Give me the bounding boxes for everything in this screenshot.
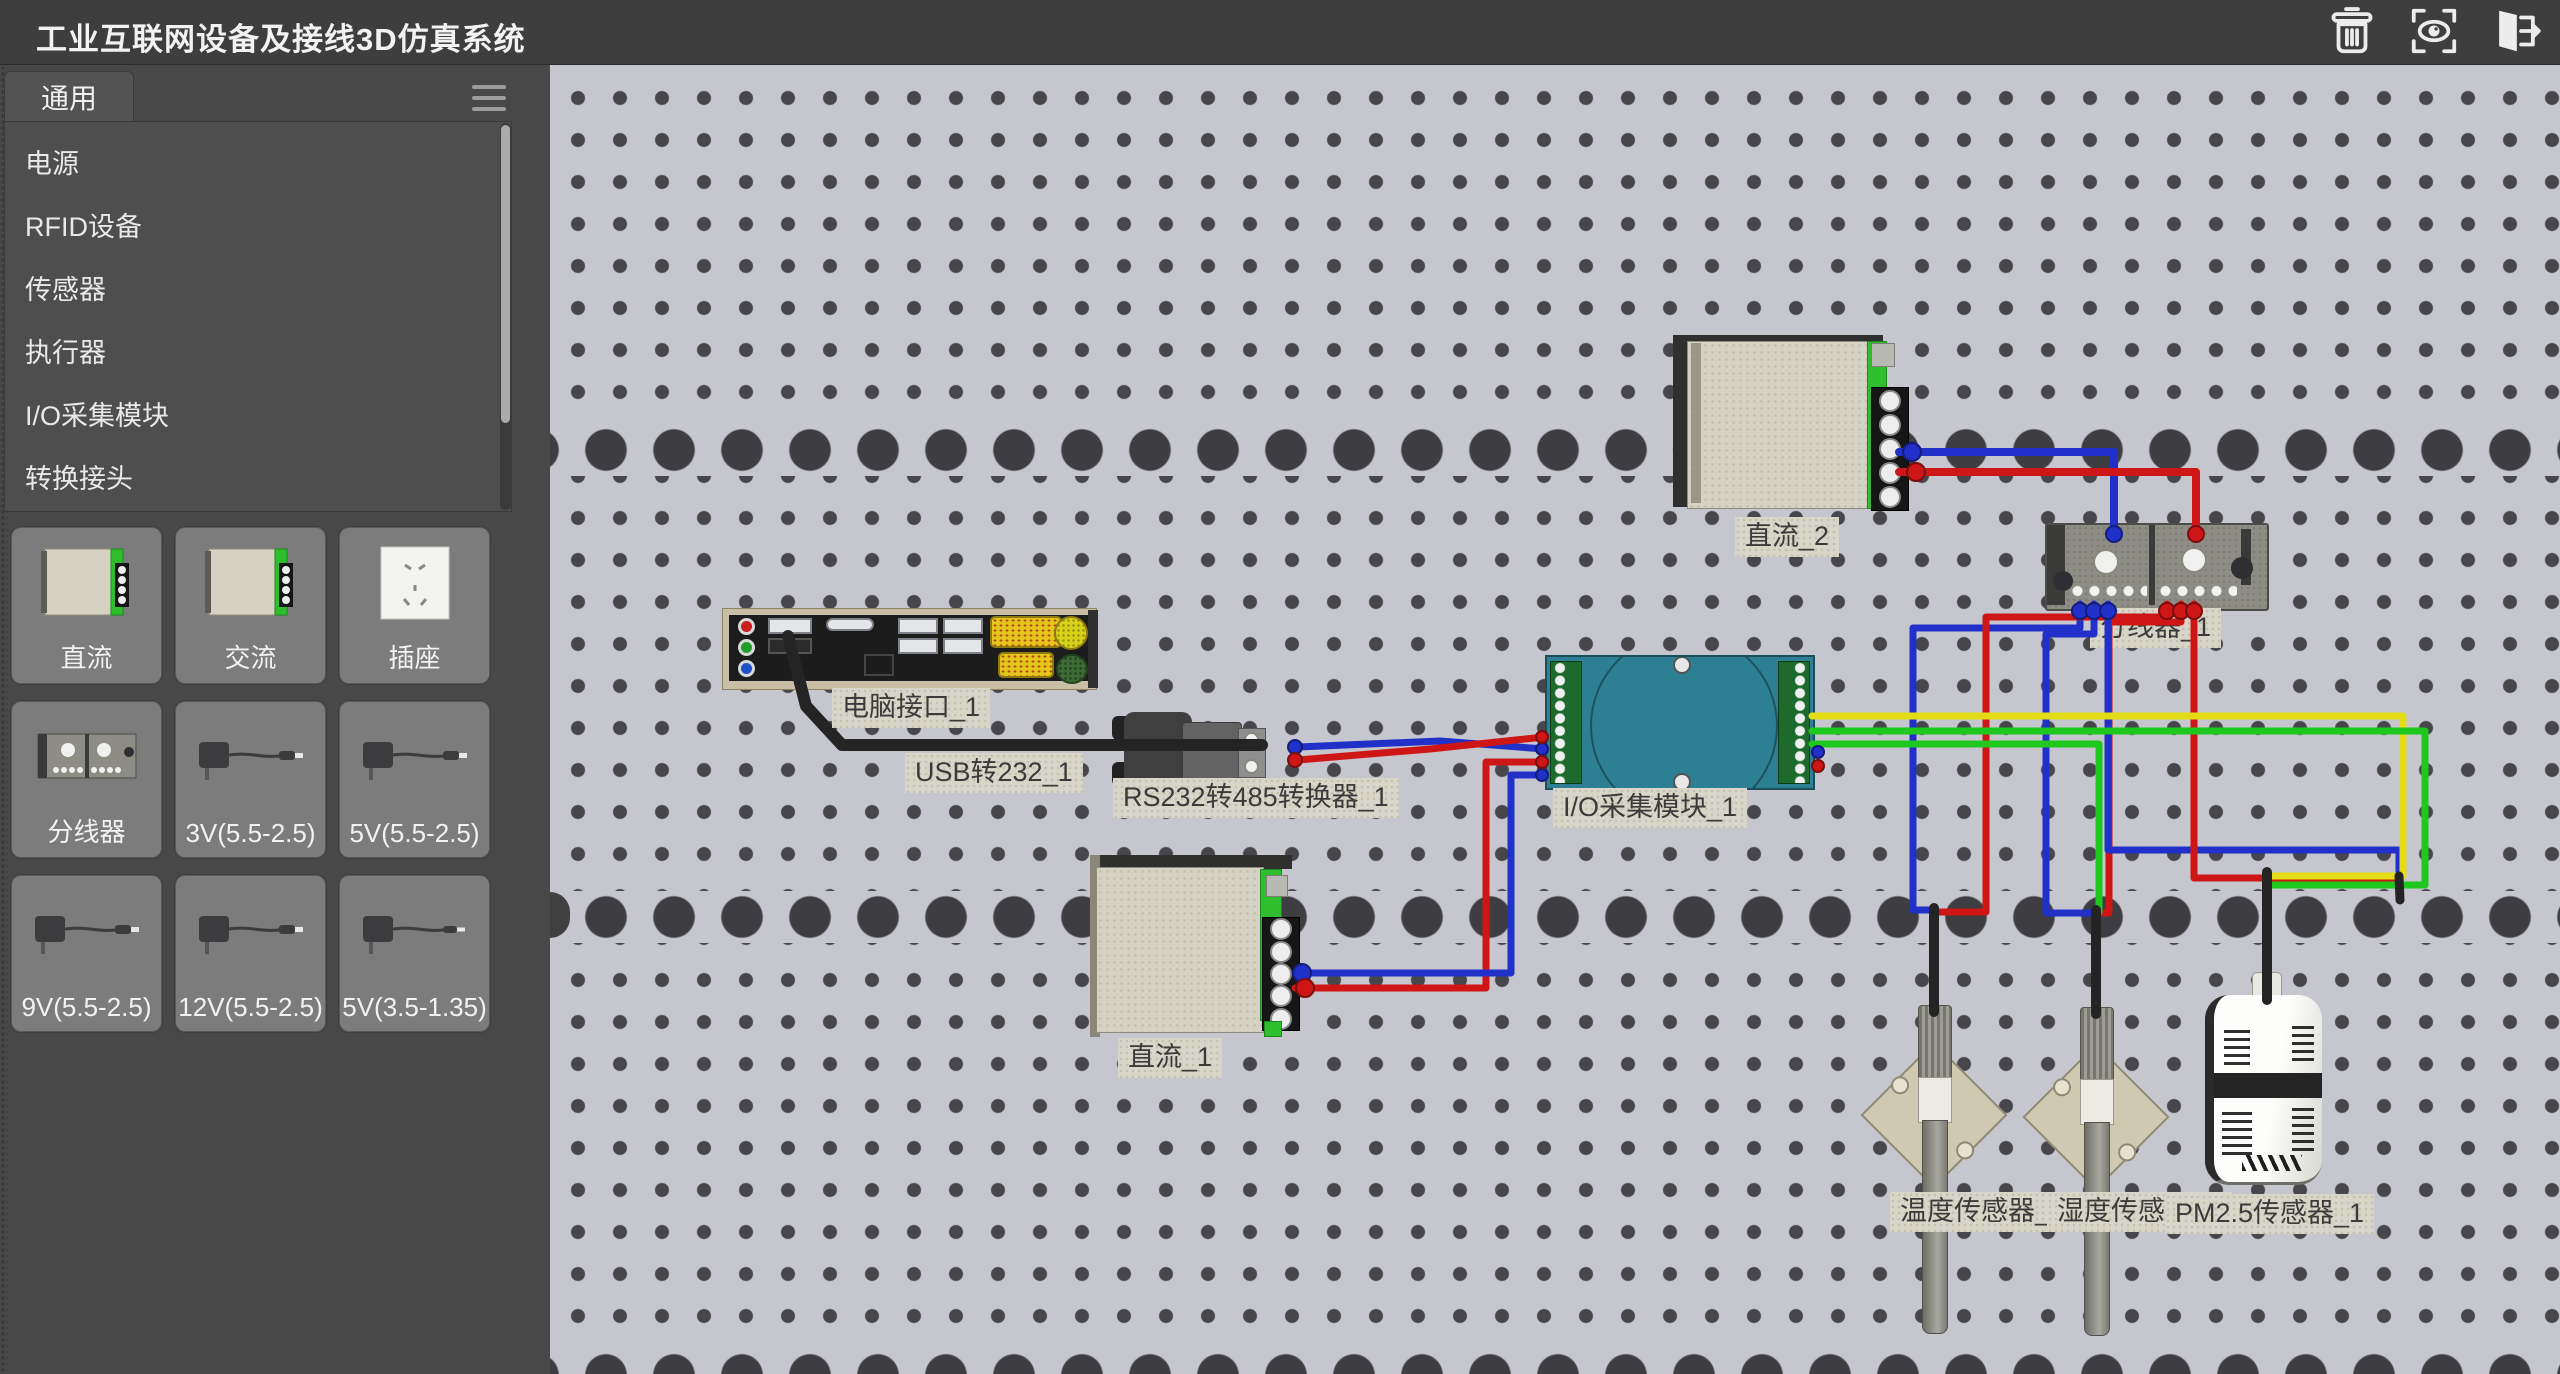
device-card-12v-adapter[interactable]: 12V(5.5-2.5) [175, 875, 326, 1032]
menu-item-sensor[interactable]: 传感器 [5, 256, 511, 319]
menu-item-power[interactable]: 电源 [5, 130, 511, 193]
menu-item-actuator[interactable]: 执行器 [5, 319, 511, 382]
device-grid: 直流 交流 插座 分线器 3V(5.5-2.5) [11, 527, 490, 1032]
tab-general[interactable]: 通用 [4, 71, 134, 122]
device-card-splitter[interactable]: 分线器 [11, 701, 162, 858]
device-label-tag: USB转232_1 [905, 753, 1083, 793]
simulation-canvas[interactable]: 分线器_1 [550, 65, 2560, 1374]
preview-button[interactable] [2406, 5, 2462, 61]
device-card-dc[interactable]: 直流 [11, 527, 162, 684]
card-label: 插座 [388, 638, 440, 675]
device-label-tag: PM2.5传感器_1 [2165, 1194, 2374, 1234]
device-label-tag: RS232转485转换器_1 [1113, 778, 1399, 818]
adapter-thumbnail [176, 702, 325, 818]
dc-power-thumbnail [12, 528, 161, 638]
pm25-sensor-1-label: PM2.5传感器_1 [2175, 1198, 2364, 1228]
exit-button[interactable] [2488, 5, 2544, 61]
page-title: 工业互联网设备及接线3D仿真系统 [36, 14, 526, 59]
card-label: 3V(5.5-2.5) [185, 818, 315, 849]
adapter-thumbnail [12, 876, 161, 992]
trash-icon [2325, 4, 2379, 63]
menu-item-adapter[interactable]: 转换接头 [5, 445, 511, 508]
socket-thumbnail [340, 528, 489, 638]
card-label: 直流 [60, 638, 112, 675]
title-bar: 工业互联网设备及接线3D仿真系统 [0, 0, 2560, 65]
device-card-ac[interactable]: 交流 [175, 527, 326, 684]
adapter-thumbnail [176, 876, 325, 992]
ac-power-thumbnail [176, 528, 325, 638]
device-card-5v-adapter[interactable]: 5V(5.5-2.5) [339, 701, 490, 858]
rs232-485-converter-1-label: RS232转485转换器_1 [1123, 782, 1389, 812]
device-card-3v-adapter[interactable]: 3V(5.5-2.5) [175, 701, 326, 858]
card-label: 12V(5.5-2.5) [178, 992, 323, 1023]
splitter-thumbnail [12, 702, 161, 812]
toolbar [2324, 4, 2544, 62]
device-label-tag: I/O采集模块_1 [1553, 788, 1747, 828]
device-card-5v-small-adapter[interactable]: 5V(3.5-1.35) [339, 875, 490, 1032]
card-label: 交流 [224, 638, 276, 675]
dc-power-1-label: 直流_1 [1128, 1042, 1212, 1072]
delete-button[interactable] [2324, 5, 2380, 61]
temperature-sensor-1-label: 温度传感器_1 [1900, 1196, 2065, 1226]
dc-power-2-label: 直流_2 [1745, 521, 1829, 551]
eye-viewfinder-icon [2407, 4, 2461, 63]
card-label: 分线器 [47, 812, 125, 849]
menu-scrollbar[interactable] [500, 123, 511, 510]
device-card-9v-adapter[interactable]: 9V(5.5-2.5) [11, 875, 162, 1032]
category-menu: 电源 RFID设备 传感器 执行器 I/O采集模块 转换接头 [4, 121, 512, 512]
card-label: 9V(5.5-2.5) [21, 992, 151, 1023]
adapter-thumbnail [340, 702, 489, 818]
usb-232-1-label: USB转232_1 [915, 757, 1073, 787]
menu-item-rfid[interactable]: RFID设备 [5, 193, 511, 256]
menu-item-io-module[interactable]: I/O采集模块 [5, 382, 511, 445]
device-label-tag: 直流_2 [1735, 517, 1839, 557]
pc-interface-1-label: 电脑接口_1 [842, 692, 980, 722]
scrollbar-thumb[interactable] [501, 125, 510, 423]
menu-hamburger-icon[interactable] [472, 85, 506, 111]
card-label: 5V(3.5-1.35) [342, 992, 487, 1023]
exit-door-icon [2489, 4, 2543, 63]
device-card-socket[interactable]: 插座 [339, 527, 490, 684]
io-collect-module-1-label: I/O采集模块_1 [1563, 792, 1737, 822]
device-library-sidebar: 通用 电源 RFID设备 传感器 执行器 I/O采集模块 转换接头 直流 交流 [0, 65, 550, 1374]
card-label: 5V(5.5-2.5) [349, 818, 479, 849]
device-label-tag: 直流_1 [1118, 1038, 1222, 1078]
device-label-tag: 电脑接口_1 [832, 688, 990, 728]
adapter-thumbnail [340, 876, 489, 992]
